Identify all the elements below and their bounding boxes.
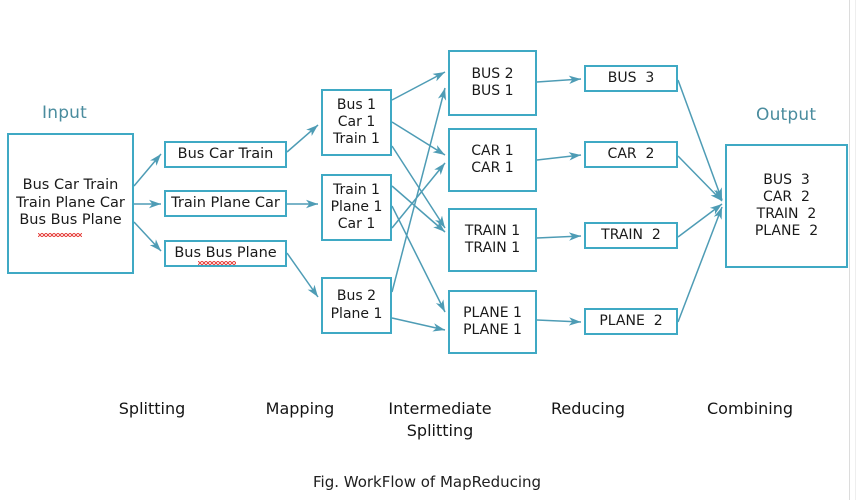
reducing-box-car-line-1: CAR 2 (607, 145, 655, 162)
spellcheck-underline-input (38, 233, 82, 237)
arrow-inter-bus-to-reduce (536, 75, 582, 85)
arrow-split1-to-map1 (286, 124, 319, 153)
intermediate-box-plane: PLANE 1 PLANE 1 (448, 290, 537, 354)
stage-label-mapping: Mapping (265, 399, 335, 418)
stage-label-combining: Combining (706, 399, 794, 418)
intermediate-box-car: CAR 1 CAR 1 (448, 128, 537, 192)
mapping-box-2-line-1: Train 1 (333, 181, 380, 198)
arrow-reduce-car-to-output (677, 155, 723, 202)
arrow-inter-car-to-reduce (536, 152, 582, 161)
arrow-map1-to-bus (391, 71, 446, 101)
reducing-box-train-line-1: TRAIN 2 (601, 226, 661, 243)
splitting-box-2: Train Plane Car (164, 190, 287, 217)
page-edge-line-outer (855, 0, 856, 500)
figure-canvas: Input Output Bus Car Train Train Plane C… (0, 0, 857, 500)
spellcheck-underline-split3 (198, 261, 236, 265)
intermediate-box-car-line-2: CAR 1 (471, 160, 514, 176)
mapping-box-1: Bus 1 Car 1 Train 1 (321, 89, 392, 156)
splitting-box-3-line-1: Bus Bus Plane (174, 244, 277, 261)
output-line-2: CAR 2 (763, 188, 810, 205)
intermediate-box-car-line-1: CAR 1 (471, 142, 514, 159)
arrow-reduce-bus-to-output (677, 79, 723, 201)
output-box: BUS 3 CAR 2 TRAIN 2 PLANE 2 (725, 144, 848, 268)
mapping-box-1-line-3: Train 1 (333, 131, 380, 148)
reducing-box-plane-line-1: PLANE 2 (599, 312, 663, 329)
mapping-box-3: Bus 2 Plane 1 (321, 277, 392, 334)
arrow-split3-to-map3 (286, 252, 319, 298)
mapping-box-1-line-2: Car 1 (337, 113, 376, 130)
stage-label-reducing: Reducing (550, 399, 626, 418)
arrow-map3-to-plane (391, 317, 446, 332)
intermediate-box-bus: BUS 2 BUS 1 (448, 50, 537, 116)
output-line-1: BUS 3 (763, 171, 810, 188)
intermediate-box-train-line-1: TRAIN 1 (464, 222, 521, 239)
input-heading: Input (42, 103, 88, 123)
splitting-box-1-line-1: Bus Car Train (177, 145, 274, 162)
arrow-map1-to-car (391, 121, 446, 156)
intermediate-box-plane-line-1: PLANE 1 (463, 304, 522, 321)
output-line-3: TRAIN 2 (756, 206, 817, 222)
mapping-box-2: Train 1 Plane 1 Car 1 (321, 174, 392, 241)
arrow-inter-train-to-reduce (536, 232, 582, 241)
mapping-box-2-line-3: Car 1 (337, 216, 376, 233)
intermediate-box-plane-line-2: PLANE 1 (463, 322, 522, 338)
input-line-1: Bus Car Train (22, 176, 119, 193)
arrow-reduce-plane-to-output (677, 206, 723, 323)
stage-label-intermediate-splitting: Intermediate Splitting (388, 399, 492, 440)
reducing-box-bus: BUS 3 (584, 65, 678, 92)
arrow-map1-to-train (391, 145, 446, 229)
reducing-box-plane: PLANE 2 (584, 308, 678, 335)
arrow-input-to-split-3 (133, 221, 162, 252)
arrow-map3-to-bus (391, 87, 447, 293)
input-box: Bus Car Train Train Plane Car Bus Bus Pl… (7, 133, 134, 274)
arrow-reduce-train-to-output (677, 203, 723, 238)
mapping-box-2-line-2: Plane 1 (330, 198, 383, 215)
mapping-box-3-line-1: Bus 2 (336, 288, 377, 305)
mapping-box-3-line-2: Plane 1 (330, 305, 383, 322)
splitting-box-2-line-1: Train Plane Car (171, 194, 280, 211)
arrow-map2-to-plane (391, 205, 446, 313)
intermediate-box-bus-line-2: BUS 1 (471, 83, 514, 99)
reducing-box-car: CAR 2 (584, 141, 678, 168)
input-line-2: Train Plane Car (16, 194, 125, 211)
output-line-4: PLANE 2 (754, 223, 819, 240)
mapping-box-1-line-1: Bus 1 (336, 96, 377, 113)
arrow-input-to-split-1 (133, 153, 162, 187)
arrow-map2-to-car (391, 162, 446, 229)
intermediate-box-train-line-2: TRAIN 1 (464, 240, 521, 256)
arrow-inter-plane-to-reduce (536, 317, 582, 326)
intermediate-box-train: TRAIN 1 TRAIN 1 (448, 208, 537, 272)
splitting-box-1: Bus Car Train (164, 141, 287, 168)
arrow-map2-to-train (391, 185, 446, 233)
stage-label-splitting: Splitting (118, 399, 186, 418)
reducing-box-train: TRAIN 2 (584, 222, 678, 249)
input-line-3: Bus Bus Plane (19, 212, 122, 229)
page-edge-line (849, 0, 850, 500)
intermediate-box-bus-line-1: BUS 2 (471, 65, 514, 82)
output-heading: Output (756, 105, 817, 125)
reducing-box-bus-line-1: BUS 3 (607, 69, 655, 86)
figure-caption: Fig. WorkFlow of MapReducing (313, 473, 542, 491)
